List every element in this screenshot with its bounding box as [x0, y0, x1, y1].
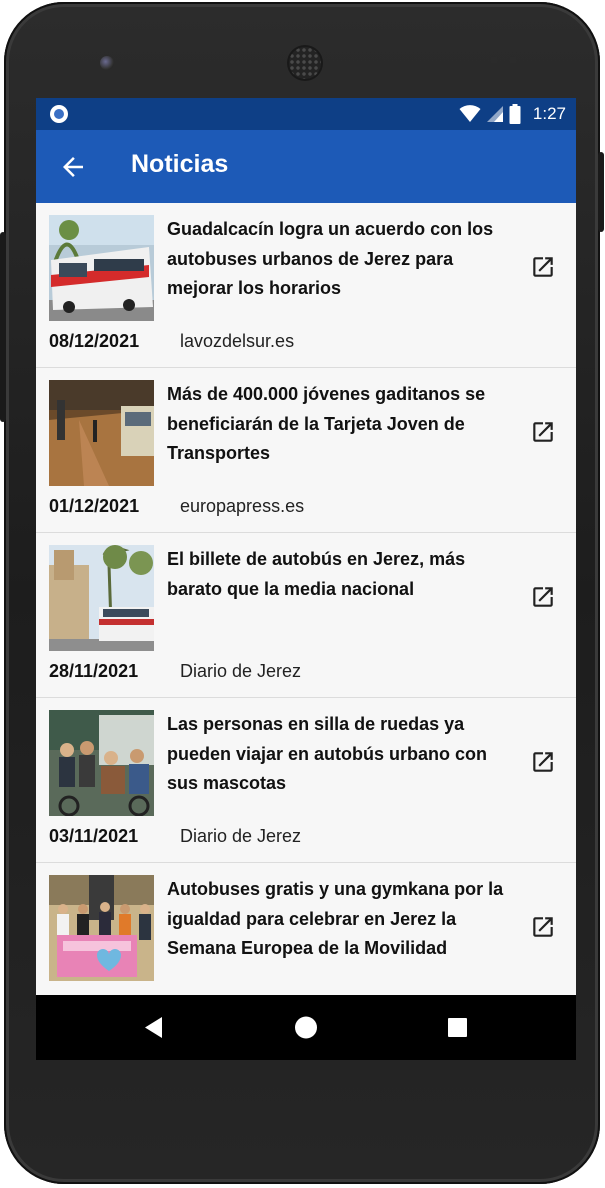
arrow-back-icon[interactable]	[58, 152, 88, 182]
open-in-new-icon[interactable]	[530, 254, 556, 280]
news-item[interactable]: Más de 400.000 jóvenes gaditanos se bene…	[36, 368, 576, 533]
phone-frame: 1:27 Noticias Guadalcacín logra un acuer…	[0, 2, 604, 1184]
news-date: 08/12/2021	[49, 331, 140, 351]
news-date: 28/11/2021	[49, 661, 139, 681]
wifi-icon	[459, 105, 481, 122]
news-thumbnail-image	[49, 710, 154, 816]
news-source: lavozdelsur.es	[180, 331, 295, 351]
news-item[interactable]: Guadalcacín logra un acuerdo con los aut…	[36, 203, 576, 368]
open-in-new-icon[interactable]	[530, 419, 556, 445]
status-time: 1:27	[532, 104, 566, 123]
open-in-new-icon[interactable]	[530, 584, 556, 610]
status-bar: 1:27	[36, 98, 576, 130]
news-source: Diario de Jerez	[180, 826, 302, 846]
news-source: europapress.es	[180, 496, 305, 516]
light-sensor	[509, 56, 517, 64]
proximity-sensor	[490, 56, 498, 64]
app-bar: Noticias	[36, 130, 576, 203]
news-date: 01/12/2021	[49, 496, 140, 516]
system-nav-bar	[36, 995, 576, 1060]
power-button	[598, 152, 604, 232]
news-headline[interactable]: El billete de autobús en Jerez, más bara…	[167, 545, 507, 604]
page-title: Noticias	[131, 150, 229, 178]
open-in-new-icon[interactable]	[530, 914, 556, 940]
news-list: Guadalcacín logra un acuerdo con los aut…	[36, 203, 576, 1028]
battery-icon	[509, 104, 521, 124]
news-thumbnail-image	[49, 545, 154, 651]
news-thumbnail-image	[49, 215, 154, 321]
app-notification-icon	[50, 105, 68, 123]
screen: 1:27 Noticias Guadalcacín logra un acuer…	[36, 98, 576, 1060]
news-headline[interactable]: Más de 400.000 jóvenes gaditanos se bene…	[167, 380, 507, 469]
volume-button	[0, 232, 6, 422]
news-item[interactable]: Las personas en silla de ruedas ya puede…	[36, 698, 576, 863]
news-source: Diario de Jerez	[180, 661, 302, 681]
earpiece-speaker	[289, 47, 321, 79]
triangle-back-icon[interactable]	[124, 995, 184, 1060]
news-thumbnail-image	[49, 380, 154, 486]
news-thumbnail-image	[49, 875, 154, 981]
square-recents-icon[interactable]	[428, 995, 488, 1060]
news-headline[interactable]: Guadalcacín logra un acuerdo con los aut…	[167, 215, 507, 304]
news-headline[interactable]: Autobuses gratis y una gymkana por la ig…	[167, 875, 507, 964]
news-item[interactable]: El billete de autobús en Jerez, más bara…	[36, 533, 576, 698]
cell-signal-icon	[486, 106, 503, 122]
circle-home-icon[interactable]	[276, 995, 336, 1060]
news-headline[interactable]: Las personas en silla de ruedas ya puede…	[167, 710, 507, 799]
front-camera	[100, 56, 114, 70]
open-in-new-icon[interactable]	[530, 749, 556, 775]
news-date: 03/11/2021	[49, 826, 139, 846]
